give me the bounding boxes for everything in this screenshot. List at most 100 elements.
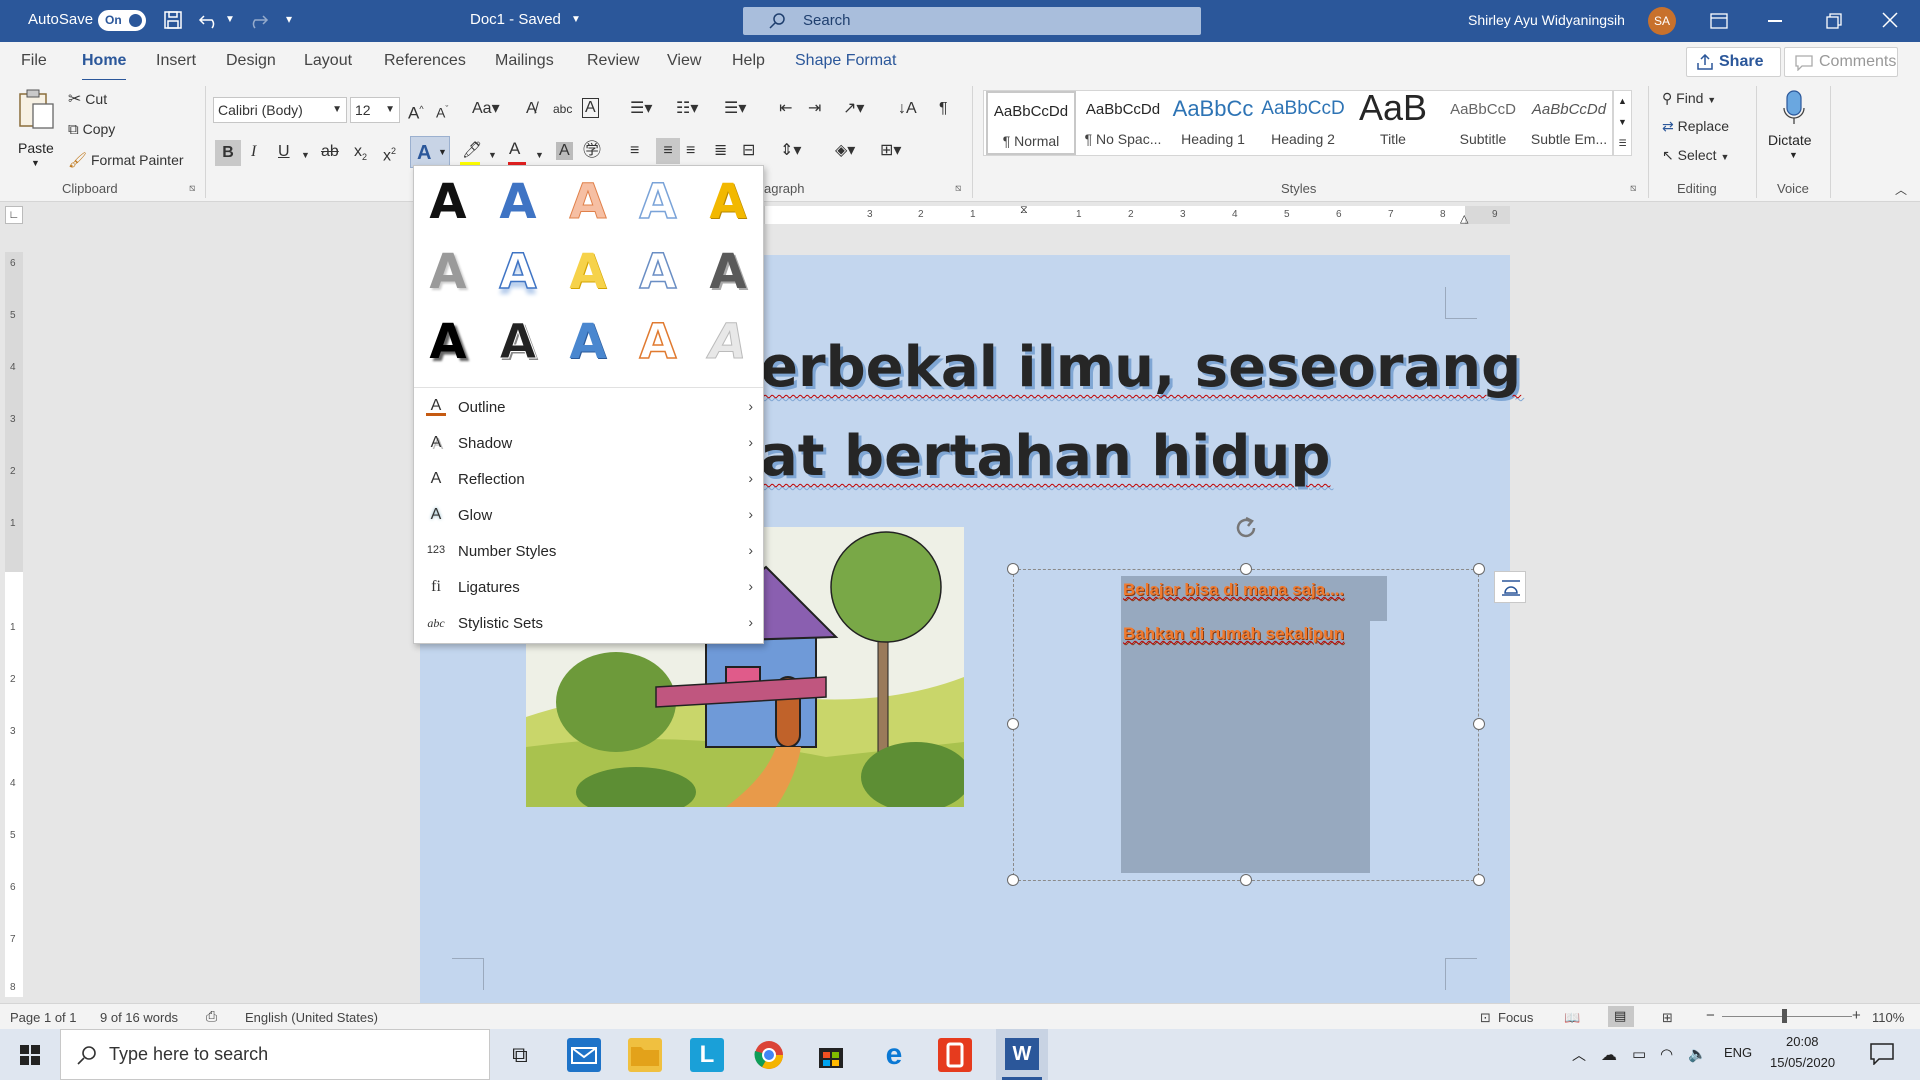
text-effect-style-5[interactable]: A [708,177,748,227]
vertical-ruler[interactable]: 6 5 4 3 2 1 1 2 3 4 5 6 7 8 [5,252,23,997]
underline-button[interactable]: U [278,143,290,161]
zoom-level[interactable]: 110% [1872,1010,1904,1025]
text-effect-style-9[interactable]: A [638,246,678,298]
select-button[interactable]: ↖ Select ▼ [1662,147,1729,164]
styles-scroll[interactable]: ▲ ▼ ☰ [1613,90,1632,156]
focus-button[interactable]: Focus [1498,1010,1533,1025]
menu-item-reflection[interactable]: A Reflection › [414,463,763,497]
file-explorer-icon[interactable] [628,1038,662,1072]
title-dropdown-icon[interactable]: ▼ [571,14,581,25]
input-language[interactable]: ENG [1724,1045,1752,1060]
paragraph-launcher-icon[interactable]: ⧅ [955,183,961,194]
highlight-dropdown-icon[interactable]: ▼ [488,146,497,164]
taskbar-search-box[interactable]: Type here to search [60,1029,490,1080]
copy-button[interactable]: ⧉ Copy [68,121,115,138]
font-color-icon[interactable]: A [509,140,520,158]
language[interactable]: English (United States) [245,1010,378,1025]
text-effect-style-11[interactable]: A [428,317,468,367]
style-title[interactable]: AaB Title [1348,87,1438,155]
save-icon[interactable] [163,10,183,30]
focus-icon[interactable]: ⊡ [1480,1010,1491,1026]
windows-start-icon[interactable] [20,1045,40,1065]
share-button[interactable]: Share [1686,47,1781,77]
superscript-button[interactable]: x2 [383,142,396,165]
search-box[interactable]: Search [743,7,1201,35]
chrome-icon[interactable] [752,1038,786,1072]
resize-handle[interactable] [1007,563,1019,575]
avatar[interactable]: SA [1648,7,1676,35]
text-effect-style-14[interactable]: A [638,316,678,368]
tab-selector[interactable]: ∟ [5,206,23,224]
tab-view[interactable]: View [667,52,701,70]
font-size-select[interactable]: 12 ▼ [350,97,400,123]
notification-icon[interactable] [1870,1043,1894,1065]
menu-item-shadow[interactable]: A Shadow › [414,427,763,461]
word-taskbar-button[interactable]: W [996,1029,1048,1080]
rotate-handle-icon[interactable] [1232,514,1260,542]
tab-help[interactable]: Help [732,52,765,70]
page-count[interactable]: Page 1 of 1 [10,1010,77,1025]
right-indent-marker[interactable]: △ [1460,212,1468,225]
tab-review[interactable]: Review [587,52,639,70]
italic-button[interactable]: I [251,143,256,161]
undo-icon[interactable] [198,10,222,30]
app-l-icon[interactable]: L [690,1038,724,1072]
clock-time[interactable]: 20:08 [1786,1034,1819,1049]
align-left-icon[interactable]: ≡ [630,142,639,160]
web-layout-icon[interactable]: ⊞ [1662,1010,1673,1026]
align-right-icon[interactable]: ≡ [686,142,695,160]
restore-icon[interactable] [1826,13,1842,29]
menu-item-ligatures[interactable]: fi Ligatures › [414,571,763,605]
autosave-toggle[interactable]: On [98,10,146,31]
character-border-icon[interactable]: A [582,98,599,118]
text-effect-style-10[interactable]: A [708,247,748,297]
menu-item-outline[interactable]: A Outline › [414,391,763,425]
line-spacing-icon[interactable]: ⇕▾ [780,142,801,160]
tab-layout[interactable]: Layout [304,52,352,70]
text-effect-style-3[interactable]: A [568,177,608,228]
bold-button[interactable]: B [215,140,241,166]
change-case-icon[interactable]: Aa▾ [472,100,500,118]
text-shape[interactable] [1121,576,1370,873]
onedrive-icon[interactable]: ☁ [1601,1045,1617,1065]
tab-home[interactable]: Home [82,52,127,82]
text-effect-style-7[interactable]: A [498,246,538,298]
dictate-button[interactable]: Dictate ▼ [1766,88,1822,168]
close-icon[interactable] [1882,12,1898,28]
menu-item-glow[interactable]: A Glow › [414,499,763,533]
minimize-icon[interactable] [1768,20,1782,22]
resize-handle[interactable] [1007,718,1019,730]
proofing-icon[interactable]: ⎙ [206,1008,217,1025]
document-title[interactable]: Doc1 - Saved [470,11,561,28]
bullets-icon[interactable]: ☰▾ [630,100,652,118]
read-mode-icon[interactable]: 📖 [1564,1010,1580,1026]
subscript-button[interactable]: x2 [354,143,367,166]
task-view-icon[interactable]: ⧉ [503,1038,537,1072]
text-effect-style-1[interactable]: A [428,177,468,227]
shrink-font-icon[interactable]: Aˇ [436,100,448,122]
text-effect-style-2[interactable]: A [498,177,538,227]
tab-references[interactable]: References [384,52,466,70]
edge-icon[interactable]: e [877,1038,911,1072]
text-effect-style-6[interactable]: A [428,247,468,297]
document-heading-line[interactable]: at bertahan hidup [760,424,1330,489]
shape-text-line[interactable]: Bahkan di rumah sekalipun [1123,624,1344,644]
customize-toolbar-icon[interactable]: ▾ [286,12,292,26]
volume-icon[interactable]: 🔈 [1688,1045,1707,1063]
tab-file[interactable]: File [21,52,47,70]
clear-formatting-icon[interactable]: A̸ [526,100,537,118]
text-direction-icon[interactable]: ↗▾ [843,100,864,118]
print-layout-button[interactable]: ▤ [1608,1006,1634,1027]
menu-item-stylistic-sets[interactable]: abc Stylistic Sets › [414,607,763,641]
zoom-slider-thumb[interactable] [1782,1009,1787,1023]
text-effect-style-12[interactable]: A [498,317,538,368]
text-effect-style-8[interactable]: A [568,247,608,297]
tab-insert[interactable]: Insert [156,52,196,70]
format-painter-button[interactable]: 🖌 Format Painter [68,151,184,169]
style-subtle-emphasis[interactable]: AaBbCcDd Subtle Em... [1524,91,1614,155]
zoom-in-icon[interactable]: + [1852,1007,1861,1024]
zoom-slider-track[interactable] [1722,1016,1852,1017]
numbering-icon[interactable]: ☷▾ [676,100,698,118]
distributed-icon[interactable]: ⊟ [742,142,755,160]
style-normal[interactable]: AaBbCcDd ¶ Normal [986,91,1076,155]
